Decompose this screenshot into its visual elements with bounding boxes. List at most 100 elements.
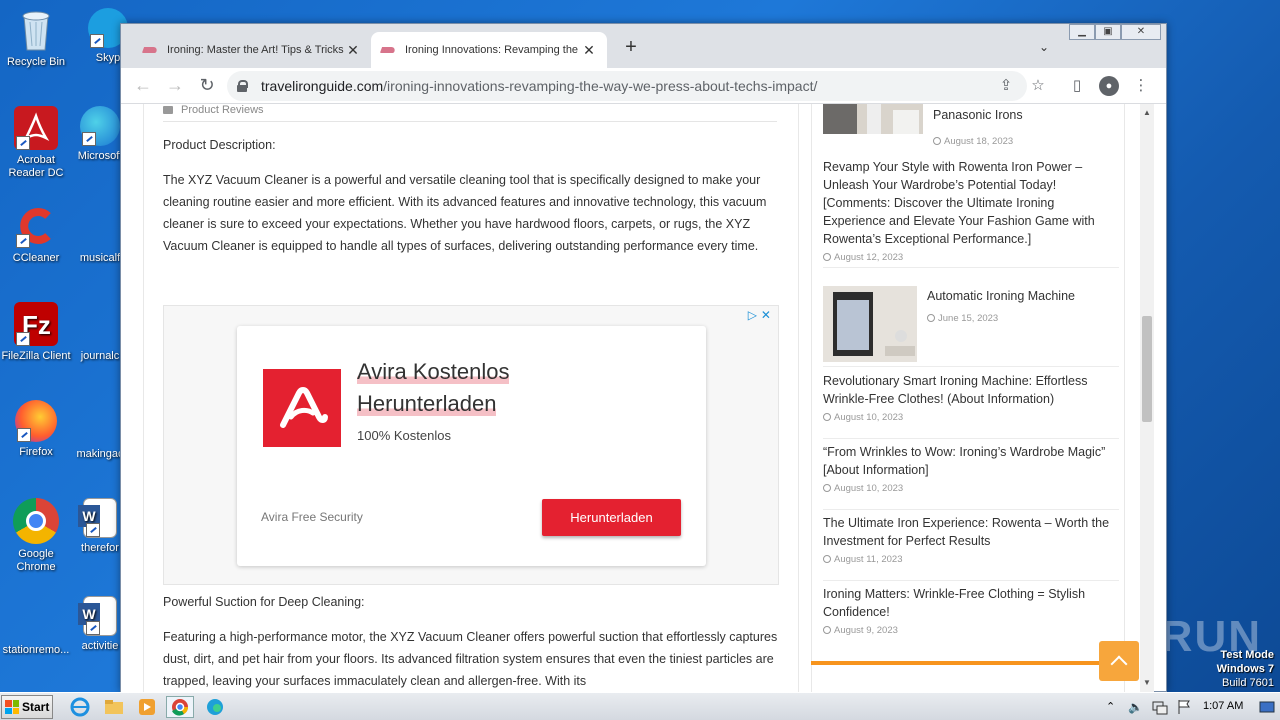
desktop-icon-label: musicalf (79, 252, 121, 264)
ad-choices-icon[interactable]: ▷✕ (748, 308, 775, 322)
section-heading: Powerful Suction for Deep Cleaning: (163, 595, 365, 609)
desktop-icon-stationremo[interactable]: stationremo... (0, 596, 72, 657)
desktop-icon-chrome[interactable]: Google Chrome (0, 498, 72, 574)
sidebar-post[interactable]: Panasonic Irons August 18, 2023 (823, 104, 1119, 149)
chrome-window: Ironing: Master the Art! Tips & Tricks ✕… (120, 23, 1167, 692)
desktop-icon-recycle-bin[interactable]: Recycle Bin (0, 8, 72, 69)
url-path: /ironing-innovations-revamping-the-way-w… (383, 78, 818, 94)
ad-container[interactable]: ▷✕ Avira Kostenlos Herunterladen 100% Ko… (163, 305, 779, 585)
ad-card[interactable]: Avira Kostenlos Herunterladen 100% Koste… (237, 326, 706, 566)
sidebar: Panasonic Irons August 18, 2023 Revamp Y… (811, 104, 1125, 692)
iron-favicon-icon (381, 45, 397, 55)
taskbar-media-player-icon[interactable] (133, 696, 161, 718)
scrollbar-thumb[interactable] (1142, 316, 1152, 422)
post-thumbnail[interactable] (823, 286, 917, 362)
desktop-icon-label: journalc (80, 350, 120, 362)
sidebar-post[interactable]: Automatic Ironing Machine June 15, 2023 (823, 279, 1119, 367)
tab-title: Ironing Innovations: Revamping the (405, 44, 579, 56)
close-tab-icon[interactable]: ✕ (581, 42, 597, 59)
show-desktop-button[interactable] (1258, 696, 1276, 718)
post-title[interactable]: The Ultimate Iron Experience: Rowenta – … (823, 514, 1119, 550)
start-button[interactable]: Start (1, 695, 53, 719)
desktop-icon-label: FileZilla Client (1, 350, 71, 362)
back-button[interactable]: ← (131, 74, 155, 98)
post-title[interactable]: Ironing Matters: Wrinkle-Free Clothing =… (823, 585, 1119, 621)
scroll-down-arrow-icon[interactable]: ▼ (1143, 678, 1151, 687)
scroll-up-arrow-icon[interactable]: ▲ (1143, 108, 1151, 117)
paragraph: Featuring a high-performance motor, the … (163, 630, 778, 688)
scroll-to-top-button[interactable] (1099, 641, 1139, 681)
new-tab-button[interactable]: + (619, 36, 643, 59)
ad-title[interactable]: Avira Kostenlos Herunterladen (357, 356, 510, 420)
web-page: Product Reviews Product Description: The… (121, 104, 1154, 692)
taskbar-explorer-icon[interactable] (100, 696, 128, 718)
post-title[interactable]: Revamp Your Style with Rowenta Iron Powe… (823, 158, 1119, 248)
forward-button[interactable]: → (163, 74, 187, 98)
post-title[interactable]: Panasonic Irons (933, 106, 1023, 124)
ad-download-button[interactable]: Herunterladen (542, 499, 681, 536)
taskbar-edge-icon[interactable] (201, 696, 229, 718)
sidebar-post[interactable]: “From Wrinkles to Wow: Ironing’s Wardrob… (823, 443, 1119, 510)
tray-flag-icon[interactable] (1176, 696, 1192, 718)
close-window-button[interactable]: ✕ (1121, 24, 1161, 40)
share-icon[interactable]: ⇪ (996, 76, 1016, 96)
sidebar-post[interactable]: The Ultimate Iron Experience: Rowenta – … (823, 514, 1119, 581)
taskbar-clock[interactable]: 1:07 AM (1203, 700, 1243, 712)
page-scrollbar[interactable]: ▲ ▼ (1140, 104, 1154, 692)
section-heading: Product Description: (163, 138, 276, 152)
ad-brand: Avira Free Security (261, 510, 363, 524)
tab-strip: Ironing: Master the Art! Tips & Tricks ✕… (121, 24, 1166, 68)
post-date: June 15, 2023 (927, 313, 998, 324)
sidebar-post[interactable]: Ironing Matters: Wrinkle-Free Clothing =… (823, 585, 1119, 652)
minimize-button[interactable]: ▁ (1069, 24, 1095, 40)
taskbar-ie-icon[interactable] (66, 696, 94, 718)
shortcut-arrow-icon (16, 234, 30, 248)
sidebar-post[interactable]: Revamp Your Style with Rowenta Iron Powe… (823, 158, 1119, 268)
desktop-icon-ccleaner[interactable]: CCleaner (0, 204, 72, 265)
desktop-icon-label: stationremo... (2, 644, 70, 656)
article-content-2: Powerful Suction for Deep Cleaning: Feat… (163, 591, 781, 692)
tray-volume-icon[interactable]: 🔈 (1128, 696, 1144, 718)
sidebar-post[interactable]: Revolutionary Smart Ironing Machine: Eff… (823, 372, 1119, 439)
side-panel-icon[interactable]: ▯ (1067, 76, 1087, 96)
post-title[interactable]: “From Wrinkles to Wow: Ironing’s Wardrob… (823, 443, 1119, 479)
post-date: August 10, 2023 (823, 412, 1119, 423)
post-date: August 10, 2023 (823, 483, 1119, 494)
post-title[interactable]: Automatic Ironing Machine (927, 287, 1075, 305)
clock-icon (823, 484, 831, 493)
address-bar[interactable]: travelironguide.com/ironing-innovations-… (227, 71, 1027, 101)
maximize-button[interactable]: ▣ (1095, 24, 1121, 40)
post-date: August 12, 2023 (823, 252, 1119, 263)
lock-icon (237, 80, 248, 92)
chrome-icon (13, 498, 59, 544)
category-line: Product Reviews (163, 104, 777, 122)
profile-avatar-icon[interactable]: ● (1099, 76, 1119, 96)
menu-kebab-icon[interactable]: ⋮ (1131, 76, 1151, 96)
shortcut-arrow-icon (16, 136, 30, 150)
reload-button[interactable]: ↻ (195, 74, 219, 98)
desktop-icon-label: Acrobat Reader DC (8, 154, 64, 179)
desktop-icon-firefox[interactable]: Firefox (0, 400, 72, 459)
tab-search-chevron-icon[interactable]: ⌄ (1039, 40, 1049, 54)
desktop-icon-acrobat[interactable]: Acrobat Reader DC (0, 106, 72, 180)
tray-network-icon[interactable] (1152, 696, 1168, 718)
file-icon (78, 400, 122, 444)
tab-ironing-innovations[interactable]: Ironing Innovations: Revamping the ✕ (371, 32, 607, 68)
category-link[interactable]: Product Reviews (181, 104, 264, 116)
close-tab-icon[interactable]: ✕ (345, 42, 361, 59)
article-content: Product Description: The XYZ Vacuum Clea… (163, 134, 781, 277)
bookmark-star-icon[interactable]: ☆ (1028, 76, 1048, 96)
tray-show-hidden-icon[interactable]: ⌃ (1106, 696, 1122, 718)
file-icon (14, 596, 58, 640)
filezilla-icon: Fz (14, 302, 58, 346)
tab-ironing-master[interactable]: Ironing: Master the Art! Tips & Tricks ✕ (133, 32, 371, 68)
desktop-icon-label: activitie (81, 640, 119, 652)
ccleaner-icon (14, 204, 58, 248)
browser-toolbar: ← → ↻ travelironguide.com/ironing-innova… (121, 68, 1166, 104)
taskbar-chrome-icon[interactable] (166, 696, 194, 718)
iron-favicon-icon (143, 45, 159, 55)
post-title[interactable]: Revolutionary Smart Ironing Machine: Eff… (823, 372, 1119, 408)
taskbar: Start ⌃ 🔈 1:07 AM (0, 692, 1280, 720)
post-thumbnail[interactable] (823, 104, 923, 134)
desktop-icon-filezilla[interactable]: Fz FileZilla Client (0, 302, 72, 363)
